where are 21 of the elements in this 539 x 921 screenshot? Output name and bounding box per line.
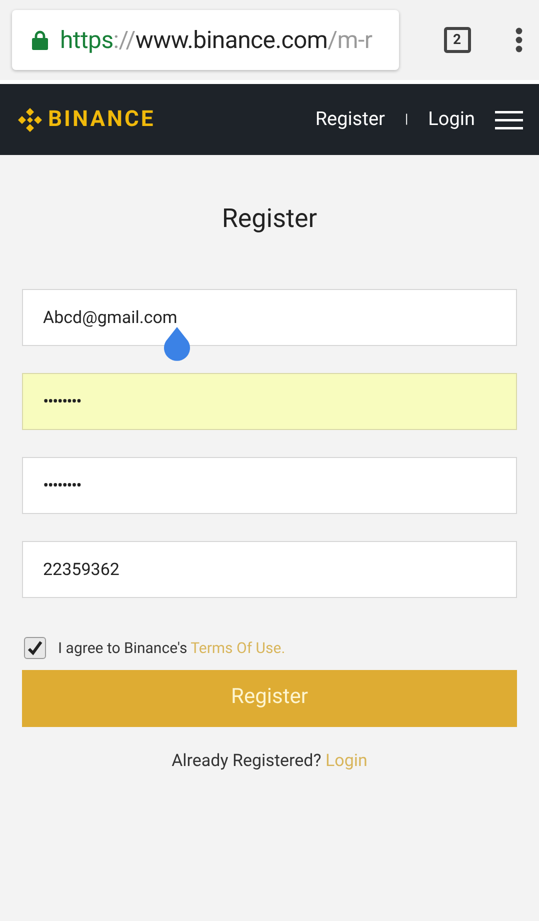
logo-icon [16,106,44,134]
lock-icon [32,30,48,50]
password-field[interactable]: •••••••• [22,457,517,514]
check-icon [27,640,43,656]
input-field[interactable]: 22359362 [22,541,517,598]
login-link[interactable]: Login [428,105,475,134]
address-bar[interactable]: https://www.binance.com/m-r [12,10,399,70]
logo-text: BINANCE [48,106,156,134]
input-field[interactable]: Abcd@gmail.com [22,289,517,346]
more-menu-icon[interactable] [515,27,523,53]
form-title: Register [220,203,318,236]
agree-text: I agree to Binance's Terms Of Use. [58,638,286,659]
agree-checkbox[interactable] [24,637,46,660]
password-field[interactable]: •••••••• [22,373,517,430]
url-text: https://www.binance.com/m-r [60,25,372,56]
already-registered-text: Already Registered? Login [170,750,368,772]
register-link[interactable]: Register [315,105,385,134]
nav-divider: | [404,110,408,129]
tab-count-button[interactable]: 2 [444,27,470,53]
text-cursor-handle-icon[interactable] [162,327,192,363]
menu-icon[interactable] [495,110,523,130]
